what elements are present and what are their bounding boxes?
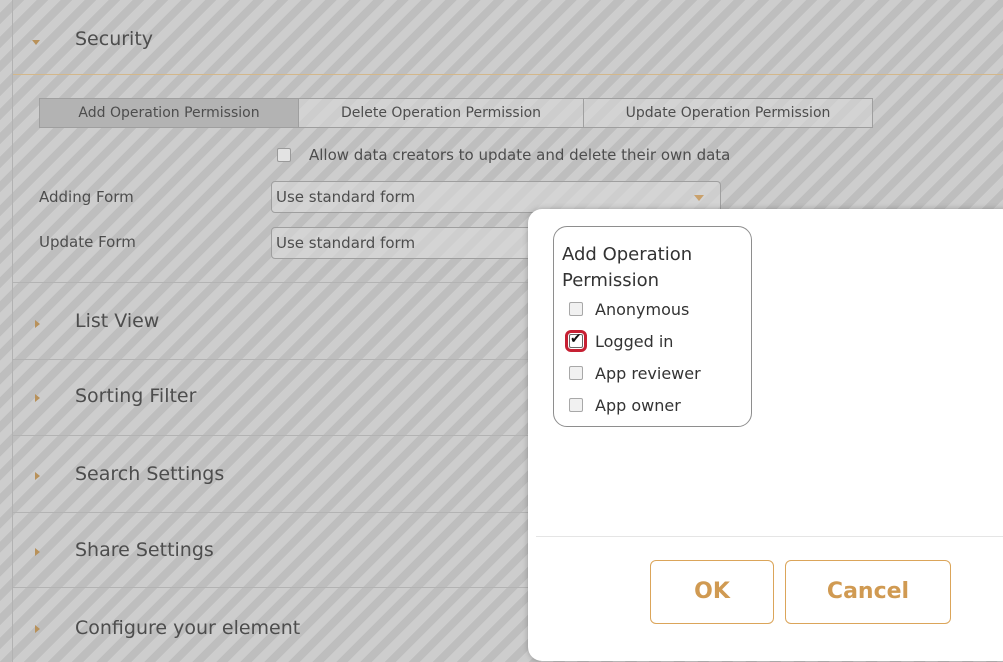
permission-tabs: Add Operation Permission Delete Operatio… (39, 98, 873, 128)
ok-button[interactable]: OK (650, 560, 774, 624)
app-owner-checkbox[interactable] (569, 398, 583, 412)
section-title: Sorting Filter (75, 385, 197, 407)
dialog-title: Add Operation Permission (562, 244, 693, 291)
section-title: Search Settings (75, 463, 225, 485)
option-label: Anonymous (595, 299, 690, 319)
option-app-reviewer[interactable]: App reviewer (569, 362, 701, 384)
section-title: Share Settings (75, 539, 214, 561)
adding-form-value: Use standard form (276, 188, 416, 206)
logged-in-checkbox[interactable] (565, 330, 587, 352)
adding-form-label: Adding Form (39, 188, 134, 206)
tab-update-operation-permission[interactable]: Update Operation Permission (584, 99, 872, 127)
caret-right-icon (35, 320, 40, 328)
caret-right-icon (35, 548, 40, 556)
anonymous-checkbox[interactable] (569, 302, 583, 316)
chevron-down-icon (694, 195, 704, 201)
option-label: App owner (595, 395, 681, 415)
section-title: Security (75, 28, 154, 50)
cancel-button[interactable]: Cancel (785, 560, 951, 624)
option-label: App reviewer (595, 363, 701, 383)
option-label: Logged in (595, 331, 674, 351)
section-security: Security (13, 0, 1003, 75)
option-app-owner[interactable]: App owner (569, 394, 681, 416)
caret-down-icon (32, 40, 40, 45)
update-form-value: Use standard form (276, 234, 416, 252)
app-reviewer-checkbox[interactable] (569, 366, 583, 380)
update-form-label: Update Form (39, 233, 136, 251)
caret-right-icon (35, 472, 40, 480)
option-logged-in[interactable]: Logged in (565, 330, 674, 352)
permission-options-box: Add Operation Permission Anonymous Logge… (553, 226, 752, 427)
allow-creators-checkbox[interactable] (277, 148, 291, 162)
dialog-divider (536, 536, 1003, 537)
tab-delete-operation-permission[interactable]: Delete Operation Permission (299, 99, 584, 127)
section-title: Configure your element (75, 617, 301, 639)
allow-creators-option[interactable]: Allow data creators to update and delete… (277, 146, 730, 164)
option-anonymous[interactable]: Anonymous (569, 298, 689, 320)
allow-creators-label: Allow data creators to update and delete… (309, 146, 731, 164)
section-security-header[interactable]: Security (13, 0, 1003, 74)
section-title: List View (75, 310, 160, 332)
permission-dialog: Add Operation Permission Anonymous Logge… (528, 209, 1003, 661)
tab-add-operation-permission[interactable]: Add Operation Permission (40, 99, 299, 127)
caret-right-icon (35, 394, 40, 402)
caret-right-icon (35, 625, 40, 633)
